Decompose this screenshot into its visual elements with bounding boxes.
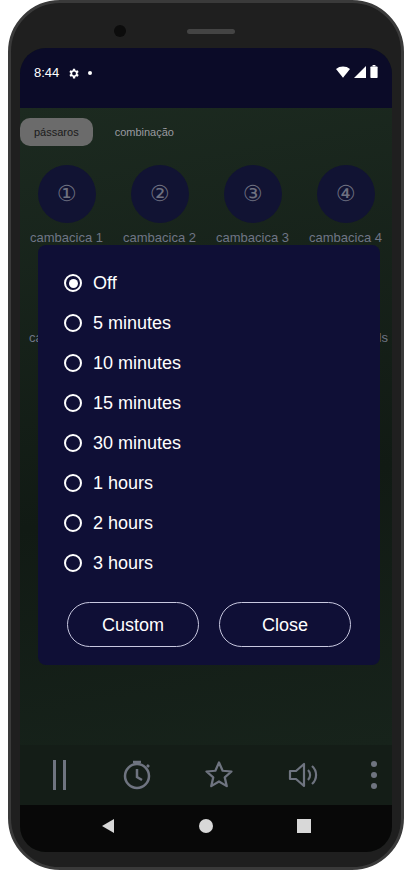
timer-option[interactable]: 5 minutes [62, 303, 356, 343]
option-label: 5 minutes [93, 312, 171, 334]
more-icon[interactable] [370, 760, 378, 790]
radio-dot [69, 279, 78, 288]
phone-frame: 8:44 pássaros combinação ① cambacica 1 ② camba… [8, 0, 404, 870]
sound-label: cambacica 1 [30, 230, 103, 246]
sound-grid: ① cambacica 1 ② cambacica 2 ③ cambacica 3 ④ cam… [20, 165, 392, 246]
option-label: 15 minutes [93, 392, 181, 414]
sound-button[interactable]: ③ [224, 165, 282, 223]
clock: 8:44 [34, 65, 59, 81]
sound-item[interactable]: ④ cambacica 4 [299, 165, 392, 246]
status-right [336, 65, 378, 78]
sound-button[interactable]: ④ [317, 165, 375, 223]
sound-label: cambacica 2 [123, 230, 196, 246]
sound-label: cambacica 3 [216, 230, 289, 246]
option-label: 2 hours [93, 512, 153, 534]
sound-number: ① [57, 182, 77, 206]
signal-icon [354, 66, 366, 78]
option-label: 1 hours [93, 472, 153, 494]
status-bar: 8:44 [20, 48, 392, 108]
sound-button[interactable]: ① [38, 165, 96, 223]
option-label: 10 minutes [93, 352, 181, 374]
sound-item[interactable]: ② cambacica 2 [113, 165, 206, 246]
gear-icon [67, 67, 80, 80]
radio-button[interactable] [64, 434, 82, 452]
timer-option[interactable]: 1 hours [62, 463, 356, 503]
button-label: Close [262, 614, 308, 636]
navigation-bar [20, 805, 392, 852]
timer-option[interactable]: 2 hours [62, 503, 356, 543]
sound-number: ③ [243, 182, 263, 206]
option-label: Off [93, 272, 117, 294]
tab[interactable]: pássaros [20, 118, 93, 146]
pause-icon[interactable] [50, 760, 70, 790]
bottom-toolbar [20, 745, 392, 805]
home-icon[interactable] [198, 818, 214, 834]
close-button[interactable]: Close [219, 602, 351, 647]
back-icon[interactable] [101, 818, 115, 834]
radio-button[interactable] [64, 274, 82, 292]
battery-icon [370, 65, 378, 78]
notification-dot-icon [88, 71, 92, 75]
tab-label: combinação [115, 125, 174, 139]
star-icon[interactable] [203, 760, 235, 790]
timer-option[interactable]: 15 minutes [62, 383, 356, 423]
screen: 8:44 pássaros combinação ① cambacica 1 ② camba… [20, 48, 392, 852]
radio-button[interactable] [64, 514, 82, 532]
sound-button[interactable]: ② [131, 165, 189, 223]
timer-dialog: Off 5 minutes 10 minutes 15 minutes 30 minut… [38, 245, 380, 665]
radio-button[interactable] [64, 554, 82, 572]
recents-icon[interactable] [297, 819, 311, 833]
timer-option[interactable]: 3 hours [62, 543, 356, 583]
radio-button[interactable] [64, 394, 82, 412]
option-label: 3 hours [93, 552, 153, 574]
timer-option[interactable]: Off [62, 263, 356, 303]
sound-label: ls [379, 330, 388, 346]
radio-button[interactable] [64, 354, 82, 372]
option-label: 30 minutes [93, 432, 181, 454]
tab[interactable]: combinação [101, 118, 188, 146]
custom-button[interactable]: Custom [67, 602, 199, 647]
radio-button[interactable] [64, 314, 82, 332]
status-left: 8:44 [34, 65, 92, 81]
wifi-icon [336, 66, 350, 78]
sound-item[interactable]: ① cambacica 1 [20, 165, 113, 246]
timer-option[interactable]: 30 minutes [62, 423, 356, 463]
dialog-buttons: Custom Close [62, 602, 356, 647]
radio-button[interactable] [64, 474, 82, 492]
tab-label: pássaros [34, 125, 79, 139]
speaker-grill-icon [187, 29, 235, 34]
tab-bar: pássaros combinação [20, 118, 392, 146]
sound-label: cambacica 4 [309, 230, 382, 246]
camera-icon [114, 25, 126, 37]
timer-icon[interactable] [122, 760, 152, 790]
sound-number: ④ [336, 182, 356, 206]
sound-number: ② [150, 182, 170, 206]
speaker-icon[interactable] [287, 760, 319, 790]
sound-item[interactable]: ③ cambacica 3 [206, 165, 299, 246]
button-label: Custom [102, 614, 164, 636]
timer-option[interactable]: 10 minutes [62, 343, 356, 383]
